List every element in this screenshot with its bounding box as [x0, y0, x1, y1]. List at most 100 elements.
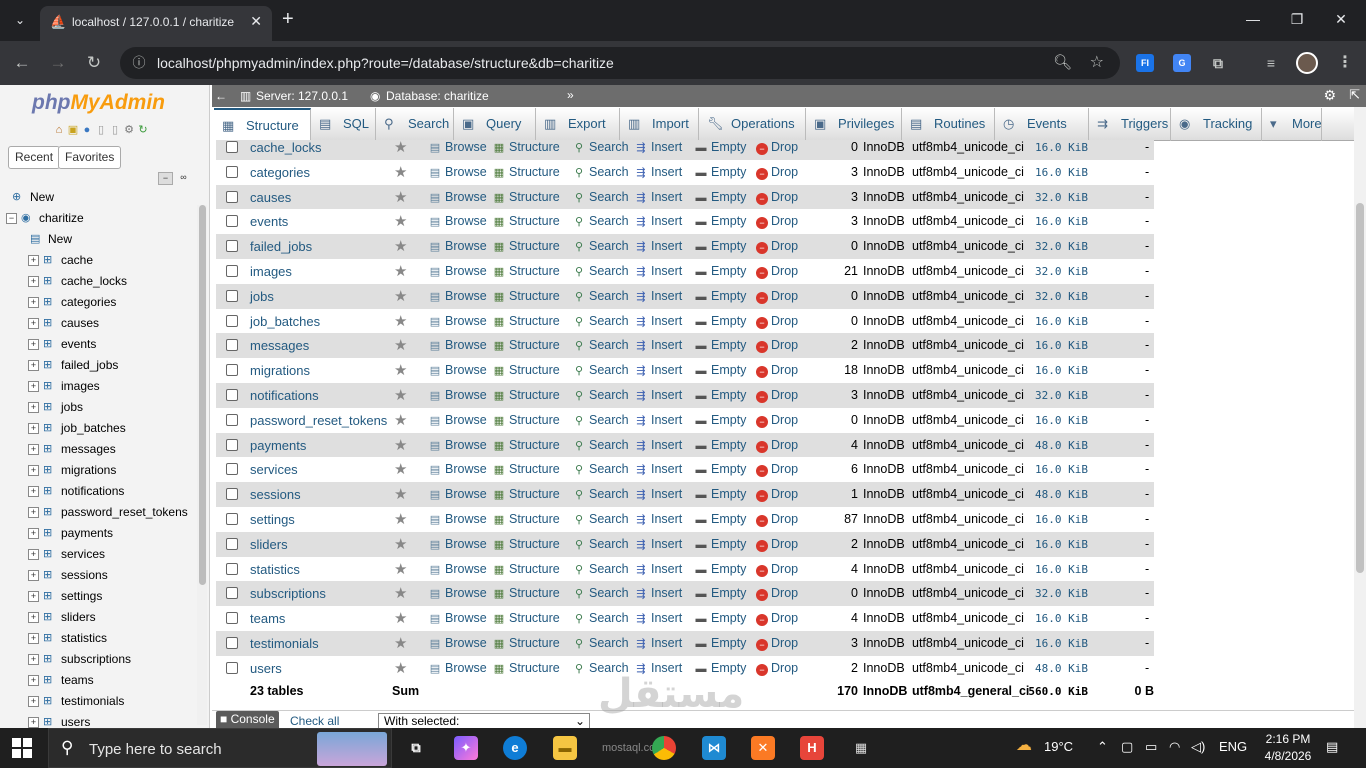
table-name-link[interactable]: statistics	[250, 557, 300, 582]
structure-action[interactable]: ▦ Structure	[492, 631, 560, 656]
table-size[interactable]: 32.0 KiB	[1028, 234, 1088, 259]
table-size[interactable]: 32.0 KiB	[1028, 383, 1088, 408]
search-action[interactable]: ⚲ Search	[572, 532, 629, 557]
console-button[interactable]: ■ Console	[216, 711, 279, 729]
browse-action[interactable]: ▤ Browse	[428, 557, 487, 582]
favorite-star-icon[interactable]: ★	[394, 160, 407, 185]
forward-icon[interactable]: →	[46, 51, 70, 75]
task-view-icon[interactable]: ⧉	[404, 736, 428, 760]
row-checkbox[interactable]	[226, 190, 238, 203]
taskbar-search[interactable]: ⚲ Type here to search	[48, 728, 392, 768]
favorites-tab[interactable]: Favorites	[58, 146, 122, 169]
tab-search[interactable]: ⚲ Search	[376, 108, 454, 141]
structure-action[interactable]: ▦ Structure	[492, 259, 560, 284]
table-name-link[interactable]: password_reset_tokens	[250, 408, 387, 433]
drop-action[interactable]: − Drop	[756, 457, 798, 482]
tree-table-jobs[interactable]: + ⊞ jobs	[28, 397, 83, 418]
search-action[interactable]: ⚲ Search	[572, 507, 629, 532]
table-name-link[interactable]: migrations	[250, 358, 310, 383]
search-action[interactable]: ⚲ Search	[572, 259, 629, 284]
row-checkbox[interactable]	[226, 240, 238, 253]
collapse-database-icon[interactable]: −	[6, 213, 17, 225]
collapse-all-icon[interactable]: −	[158, 172, 173, 185]
search-action[interactable]: ⚲ Search	[572, 284, 629, 309]
structure-action[interactable]: ▦ Structure	[492, 606, 560, 631]
drop-action[interactable]: − Drop	[756, 209, 798, 234]
empty-action[interactable]: ▬ Empty	[694, 457, 747, 482]
search-action[interactable]: ⚲ Search	[572, 185, 629, 210]
search-action[interactable]: ⚲ Search	[572, 457, 629, 482]
browse-action[interactable]: ▤ Browse	[428, 309, 487, 334]
drop-action[interactable]: − Drop	[756, 309, 798, 334]
breadcrumb-database[interactable]: Database: charitize	[386, 88, 489, 104]
expand-table-icon[interactable]: +	[28, 717, 39, 728]
minimize-icon[interactable]: —	[1230, 8, 1276, 30]
insert-action[interactable]: ⇶ Insert	[634, 358, 682, 383]
row-checkbox[interactable]	[226, 289, 238, 302]
browse-action[interactable]: ▤ Browse	[428, 185, 487, 210]
favorite-star-icon[interactable]: ★	[394, 581, 407, 606]
tree-table-sliders[interactable]: + ⊞ sliders	[28, 607, 96, 628]
table-size[interactable]: 16.0 KiB	[1028, 532, 1088, 557]
zoom-icon[interactable]: 🔍︎	[1053, 53, 1072, 71]
insert-action[interactable]: ⇶ Insert	[634, 557, 682, 582]
reload-nav-icon[interactable]: ↻	[136, 123, 150, 136]
tree-table-users[interactable]: + ⊞ users	[28, 712, 90, 728]
site-info-icon[interactable]: ⓘ	[130, 54, 148, 72]
drop-action[interactable]: − Drop	[756, 333, 798, 358]
insert-action[interactable]: ⇶ Insert	[634, 160, 682, 185]
table-name-link[interactable]: payments	[250, 433, 306, 458]
new-tab-icon[interactable]: +	[282, 8, 294, 30]
reload-icon[interactable]: ↻	[82, 51, 106, 75]
table-name-link[interactable]: teams	[250, 606, 285, 631]
help-icon[interactable]: ●	[80, 124, 94, 136]
expand-table-icon[interactable]: +	[28, 549, 39, 561]
search-action[interactable]: ⚲ Search	[572, 358, 629, 383]
expand-table-icon[interactable]: +	[28, 528, 39, 540]
search-action[interactable]: ⚲ Search	[572, 140, 629, 160]
row-checkbox[interactable]	[226, 389, 238, 401]
expand-table-icon[interactable]: +	[28, 591, 39, 603]
drop-action[interactable]: − Drop	[756, 358, 798, 383]
tree-table-sessions[interactable]: + ⊞ sessions	[28, 565, 108, 586]
favorite-star-icon[interactable]: ★	[394, 507, 407, 532]
insert-action[interactable]: ⇶ Insert	[634, 333, 682, 358]
row-checkbox[interactable]	[226, 587, 238, 600]
browse-action[interactable]: ▤ Browse	[428, 507, 487, 532]
insert-action[interactable]: ⇶ Insert	[634, 606, 682, 631]
tree-table-images[interactable]: + ⊞ images	[28, 376, 100, 397]
row-checkbox[interactable]	[226, 612, 238, 625]
empty-action[interactable]: ▬ Empty	[694, 581, 747, 606]
empty-action[interactable]: ▬ Empty	[694, 433, 747, 458]
structure-action[interactable]: ▦ Structure	[492, 557, 560, 582]
tree-table-notifications[interactable]: + ⊞ notifications	[28, 481, 124, 502]
empty-action[interactable]: ▬ Empty	[694, 333, 747, 358]
browse-action[interactable]: ▤ Browse	[428, 234, 487, 259]
expand-table-icon[interactable]: +	[28, 423, 39, 435]
tree-table-label[interactable]: password_reset_tokens	[61, 505, 188, 519]
battery-icon[interactable]: ▭	[1145, 739, 1157, 755]
search-action[interactable]: ⚲ Search	[572, 160, 629, 185]
favorite-star-icon[interactable]: ★	[394, 140, 407, 160]
expand-table-icon[interactable]: +	[28, 381, 39, 393]
expand-table-icon[interactable]: +	[28, 507, 39, 519]
table-size[interactable]: 16.0 KiB	[1028, 333, 1088, 358]
table-name-link[interactable]: testimonials	[250, 631, 319, 656]
page-settings-icon[interactable]: ⚙	[1323, 87, 1336, 104]
empty-action[interactable]: ▬ Empty	[694, 408, 747, 433]
search-action[interactable]: ⚲ Search	[572, 333, 629, 358]
table-name-link[interactable]: messages	[250, 333, 309, 358]
tree-table-label[interactable]: events	[61, 337, 96, 351]
row-checkbox[interactable]	[226, 265, 238, 277]
structure-action[interactable]: ▦ Structure	[492, 309, 560, 334]
row-checkbox[interactable]	[226, 364, 238, 377]
drop-action[interactable]: − Drop	[756, 557, 798, 582]
table-size[interactable]: 16.0 KiB	[1028, 408, 1088, 433]
tab-routines[interactable]: ▤ Routines	[902, 108, 995, 141]
search-action[interactable]: ⚲ Search	[572, 433, 629, 458]
expand-table-icon[interactable]: +	[28, 570, 39, 582]
volume-icon[interactable]: ◁)	[1191, 739, 1205, 755]
tree-table-label[interactable]: users	[61, 715, 90, 728]
table-name-link[interactable]: sessions	[250, 482, 301, 507]
tree-table-label[interactable]: sliders	[61, 610, 96, 624]
